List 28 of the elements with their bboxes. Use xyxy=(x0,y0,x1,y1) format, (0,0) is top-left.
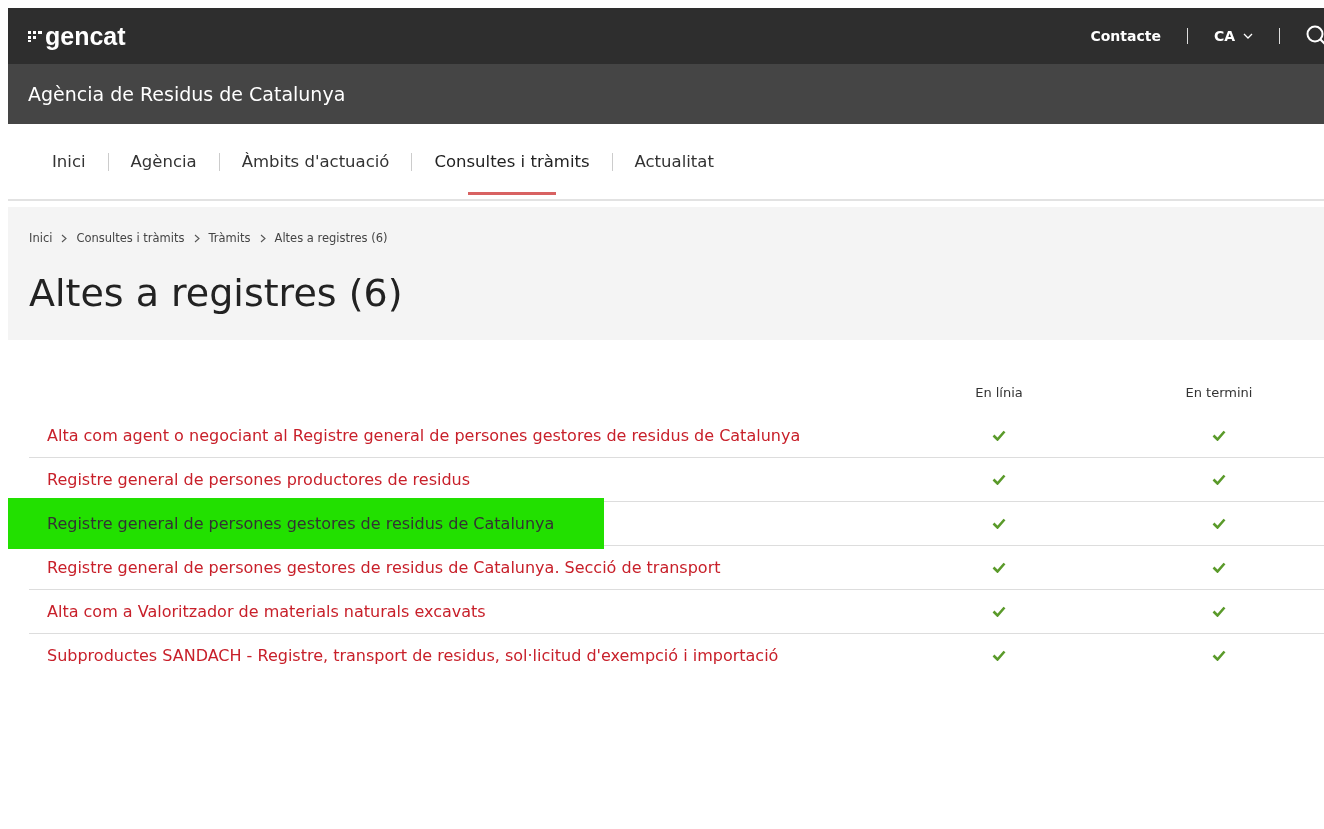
column-header: En termini xyxy=(1184,384,1254,400)
site-logo[interactable]: gencat xyxy=(45,21,126,51)
breadcrumb-link[interactable]: Inici xyxy=(29,231,53,245)
procedure-link[interactable]: Registre general de persones gestores de residus de Catalunya. Secció de transport xyxy=(29,558,739,577)
search-icon xyxy=(1306,25,1324,47)
nav-tab[interactable]: Agència xyxy=(120,124,207,199)
chevron-right-icon xyxy=(259,233,266,243)
procedure-link[interactable]: Alta com a Valoritzador de materials naturals excavats xyxy=(29,602,504,621)
procedure-link[interactable]: Registre general de persones productores de residus xyxy=(29,470,489,489)
contact-link[interactable]: Contacte xyxy=(1090,28,1161,44)
breadcrumb-link[interactable]: Tràmits xyxy=(208,231,251,245)
nav-tab[interactable]: Inici xyxy=(42,124,96,199)
language-selector[interactable]: CA xyxy=(1213,28,1253,44)
page-title: Altes a registres (6) xyxy=(29,271,404,315)
dots-icon xyxy=(28,30,42,42)
chevron-down-icon xyxy=(1243,33,1253,39)
procedure-link[interactable]: Alta com agent o negociant al Registre general de persones gestores de residus de Catalunya xyxy=(29,426,819,445)
nav-tab[interactable]: Actualitat xyxy=(624,124,724,199)
agency-name[interactable]: Agència de Residus de Catalunya xyxy=(28,83,346,105)
procedure-link[interactable]: Subproductes SANDACH - Registre, transport de residus, sol·licitud d'exempció i importació xyxy=(29,646,797,665)
column-header: En línia xyxy=(974,384,1024,400)
nav-tab[interactable]: Àmbits d'actuació xyxy=(231,124,400,199)
chevron-right-icon xyxy=(193,233,200,243)
breadcrumb-link[interactable]: Consultes i tràmits xyxy=(76,231,185,245)
highlighted-link[interactable]: Registre general de persones gestores de residus de Catalunya xyxy=(8,498,605,549)
breadcrumb-link[interactable]: Altes a registres (6) xyxy=(274,231,388,245)
search-button[interactable] xyxy=(1306,25,1324,47)
chevron-right-icon xyxy=(61,233,68,243)
